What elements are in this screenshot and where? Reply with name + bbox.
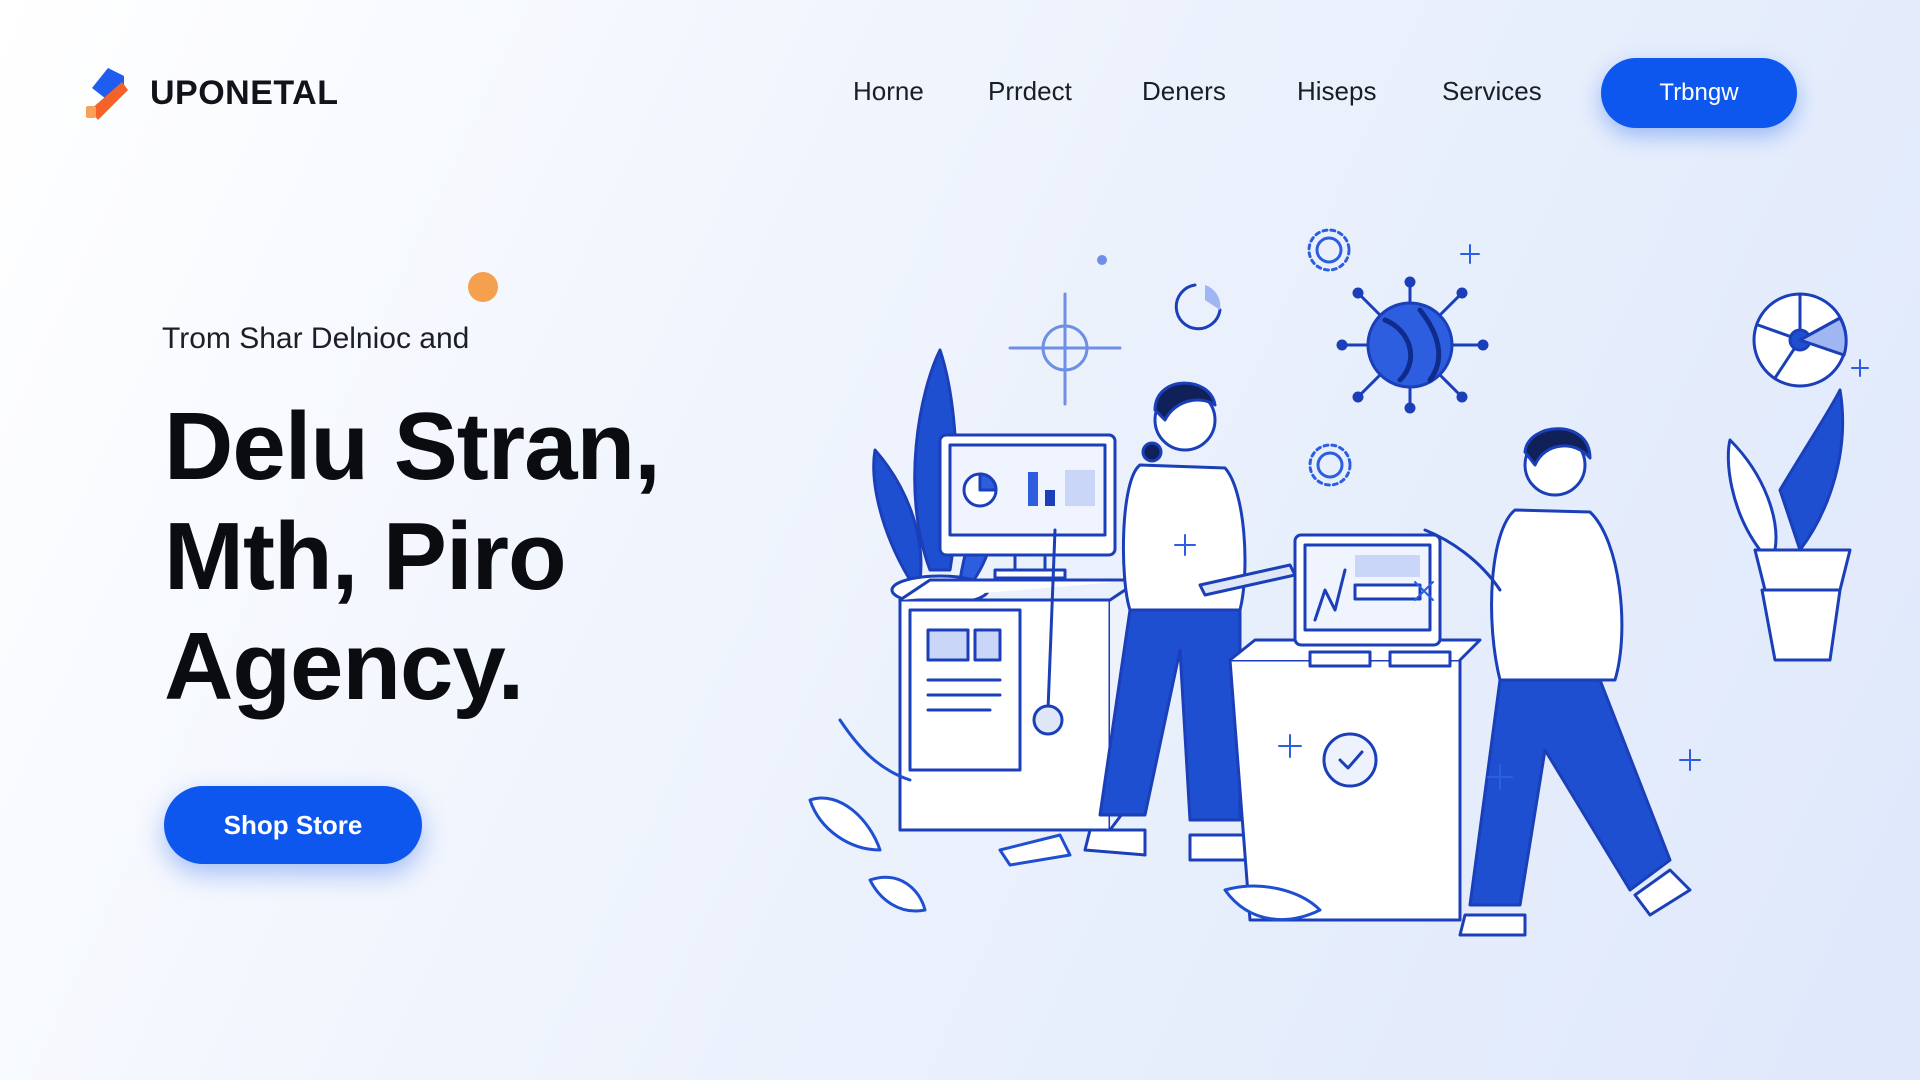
pie-chart-icon [1752, 292, 1848, 388]
logo-mark-icon [86, 68, 128, 120]
desk-right [1228, 638, 1482, 922]
nav-item-hiseps[interactable]: Hiseps [1297, 76, 1376, 107]
plant-right-icon [1726, 388, 1852, 662]
gear-icon [1307, 228, 1352, 487]
headline-line-3: Agency. [164, 613, 524, 720]
crosshair-icon [1008, 292, 1122, 406]
globe-icon [1336, 276, 1489, 414]
brand-logo[interactable]: UPONETAL [84, 62, 338, 124]
nav-item-deners[interactable]: Deners [1142, 76, 1226, 107]
shop-store-button[interactable]: Shop Store [164, 786, 422, 864]
hero-illustration [808, 228, 1869, 937]
hero-headline: Delu Stran, Mth, Piro Agency. [164, 392, 661, 722]
headline-line-1: Delu Stran, [164, 393, 661, 500]
nav-cta-button[interactable]: Trbngw [1601, 58, 1797, 128]
nav-item-home[interactable]: Horne [853, 76, 924, 107]
nav-item-services[interactable]: Services [1442, 76, 1542, 107]
hero-eyebrow: Trom Shar Delnioc and [162, 322, 470, 355]
accent-dot [468, 272, 498, 302]
person-right [1423, 427, 1692, 937]
brand-name: UPONETAL [150, 73, 339, 112]
monitor-right-icon [1293, 533, 1452, 668]
headline-line-2: Mth, Piro [164, 503, 567, 610]
nav-item-product[interactable]: Prrdect [988, 76, 1072, 107]
